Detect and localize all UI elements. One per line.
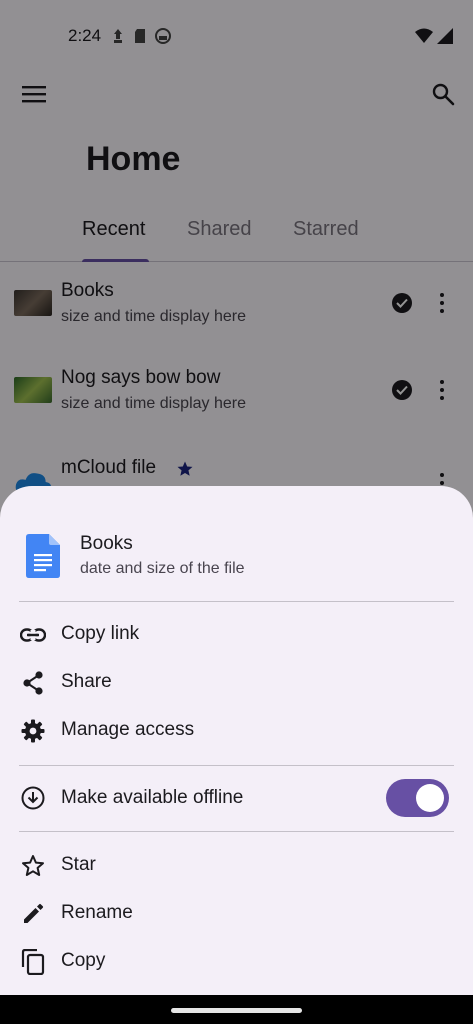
- manage-access-action[interactable]: Manage access: [0, 706, 473, 754]
- copy-icon: [21, 949, 45, 975]
- copy-link-label: Copy link: [61, 623, 140, 644]
- sheet-file-meta: date and size of the file: [80, 560, 245, 577]
- pencil-icon: [24, 903, 44, 923]
- sheet-file-header: Books date and size of the file: [0, 516, 473, 586]
- share-action[interactable]: Share: [0, 658, 473, 706]
- copy-action[interactable]: Copy: [0, 937, 473, 985]
- download-circle-icon: [21, 786, 45, 810]
- offline-toggle-switch[interactable]: [386, 779, 449, 817]
- rename-label: Rename: [61, 902, 133, 923]
- offline-toggle-row[interactable]: Make available offline: [0, 774, 473, 830]
- share-icon: [23, 671, 43, 695]
- offline-label: Make available offline: [61, 787, 244, 808]
- rename-action[interactable]: Rename: [0, 889, 473, 937]
- gesture-handle[interactable]: [171, 1008, 302, 1013]
- divider: [19, 765, 454, 766]
- star-label: Star: [61, 854, 96, 875]
- bottom-sheet: Books date and size of the file Copy lin…: [0, 486, 473, 995]
- star-action[interactable]: Star: [0, 841, 473, 889]
- toggle-knob: [416, 784, 444, 812]
- copy-label: Copy: [61, 950, 106, 971]
- star-outline-icon: [22, 855, 44, 876]
- copy-link-action[interactable]: Copy link: [0, 610, 473, 658]
- sheet-file-name: Books: [80, 533, 133, 554]
- share-label: Share: [61, 671, 112, 692]
- system-nav-bar: [0, 995, 473, 1024]
- link-icon: [20, 628, 46, 642]
- manage-access-label: Manage access: [61, 719, 195, 740]
- gear-icon: [21, 719, 45, 743]
- divider: [19, 831, 454, 832]
- document-icon: [26, 534, 60, 578]
- divider: [19, 601, 454, 602]
